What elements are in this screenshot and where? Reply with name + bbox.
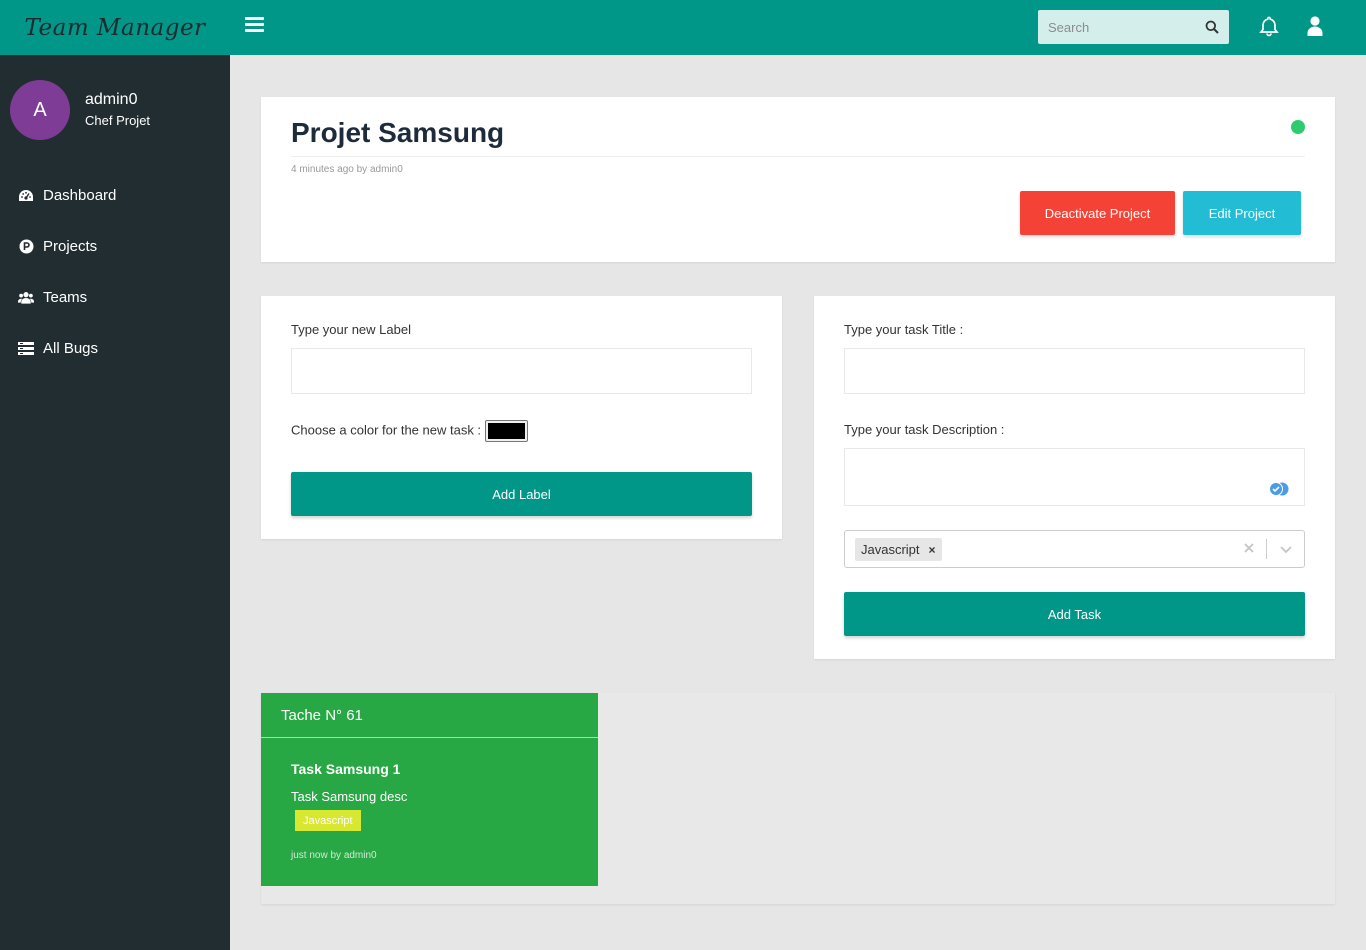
divider [291, 156, 1305, 157]
search-icon[interactable] [1205, 20, 1219, 34]
label-form-card: Type your new Label Choose a color for t… [261, 296, 782, 539]
user-icon[interactable] [1305, 15, 1325, 37]
task-form-card: Type your task Title : Type your task De… [814, 296, 1335, 659]
status-indicator [1291, 120, 1305, 134]
project-header-card: Projet Samsung 4 minutes ago by admin0 D… [261, 97, 1335, 262]
project-meta: 4 minutes ago by admin0 [291, 164, 403, 175]
user-name: admin0 [85, 91, 138, 108]
sidebar-nav: Dashboard Projects Teams All Bugs [0, 170, 230, 374]
project-meta-time: 4 minutes ago by [291, 164, 368, 175]
task-card-tag: Javascript [295, 810, 361, 831]
page-title: Projet Samsung [291, 117, 505, 148]
add-task-button[interactable]: Add Task [844, 592, 1305, 636]
top-bar [230, 0, 1366, 55]
user-panel: A admin0 Chef Projet [0, 55, 230, 155]
color-prompt-row: Choose a color for the new task : [291, 420, 528, 442]
sidebar-item-dashboard[interactable]: Dashboard [0, 170, 230, 221]
task-card-meta-time: just now by [291, 850, 342, 861]
chevron-down-icon[interactable] [1279, 542, 1293, 556]
selected-tag-label: Javascript [861, 542, 920, 557]
add-label-button[interactable]: Add Label [291, 472, 752, 516]
sidebar-item-teams[interactable]: Teams [0, 272, 230, 323]
tag-select[interactable]: Javascript × [844, 530, 1305, 568]
task-lane[interactable]: Tache N° 61 Task Samsung 1 Task Samsung … [261, 693, 598, 886]
search-box [1038, 10, 1229, 44]
grammar-checker-icon[interactable] [1267, 482, 1289, 496]
clear-icon[interactable] [1242, 541, 1256, 555]
label-name-prompt: Type your new Label [291, 322, 411, 337]
task-card-description: Task Samsung desc [291, 789, 408, 804]
avatar: A [10, 80, 70, 140]
task-title-input[interactable] [844, 348, 1305, 394]
task-desc-textarea[interactable] [844, 448, 1305, 506]
sidebar-item-all-bugs[interactable]: All Bugs [0, 323, 230, 374]
list-icon [18, 341, 34, 357]
task-card-title: Task Samsung 1 [291, 761, 401, 777]
user-role: Chef Projet [85, 113, 151, 128]
label-name-input[interactable] [291, 348, 752, 394]
p-circle-icon [18, 239, 34, 255]
hamburger-menu-icon[interactable] [245, 17, 264, 33]
brand-logo[interactable]: Team Manager [0, 0, 230, 55]
color-picker[interactable] [484, 420, 528, 442]
edit-project-button[interactable]: Edit Project [1183, 191, 1301, 235]
task-card-meta-author: admin0 [343, 850, 377, 861]
sidebar-item-projects[interactable]: Projects [0, 221, 230, 272]
remove-tag-icon[interactable]: × [926, 543, 942, 557]
sidebar-item-label: All Bugs [43, 340, 99, 357]
selected-tag: Javascript × [855, 538, 942, 561]
lane-header: Tache N° 61 [261, 693, 598, 738]
sidebar: Team Manager A admin0 Chef Projet Dashbo… [0, 0, 230, 950]
users-icon [18, 290, 34, 306]
sidebar-item-label: Teams [43, 289, 88, 306]
sidebar-item-label: Projects [43, 238, 98, 255]
task-board: Tache N° 61 Task Samsung 1 Task Samsung … [261, 693, 1335, 904]
color-prompt: Choose a color for the new task : [291, 422, 482, 438]
search-input[interactable] [1038, 10, 1198, 44]
sidebar-item-label: Dashboard [43, 187, 117, 204]
brand-name: Team Manager [24, 14, 206, 41]
task-desc-prompt: Type your task Description : [844, 422, 1005, 437]
bell-icon[interactable] [1258, 15, 1280, 37]
task-title-prompt: Type your task Title : [844, 322, 964, 337]
project-meta-author: admin0 [369, 164, 403, 175]
deactivate-project-button[interactable]: Deactivate Project [1020, 191, 1175, 235]
select-separator [1266, 539, 1267, 559]
dashboard-icon [18, 188, 34, 204]
task-card-meta: just now by admin0 [291, 850, 377, 861]
